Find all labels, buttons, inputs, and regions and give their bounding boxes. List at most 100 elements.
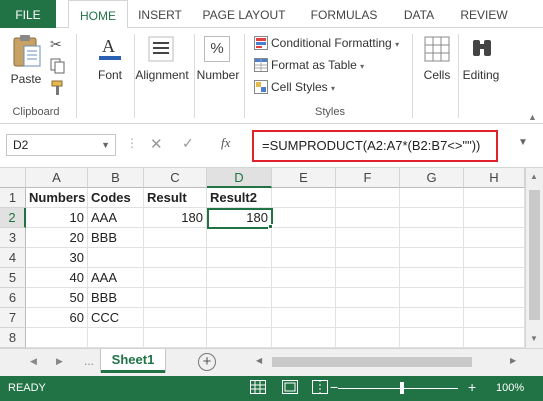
previous-sheet-icon[interactable]: ◀: [30, 356, 37, 367]
cell-b2[interactable]: AAA: [88, 208, 144, 228]
cell-g3[interactable]: [400, 228, 464, 248]
cell-styles-button[interactable]: Cell Styles ▾: [271, 77, 335, 97]
conditional-formatting-button[interactable]: Conditional Formatting ▾: [271, 33, 399, 53]
format-as-table-icon[interactable]: [254, 58, 268, 75]
scrollbar-thumb[interactable]: [272, 357, 472, 367]
cell-h6[interactable]: [464, 288, 525, 308]
cell-c6[interactable]: [144, 288, 207, 308]
zoom-level[interactable]: 100%: [496, 382, 524, 394]
tab-file[interactable]: FILE: [0, 0, 56, 28]
cancel-icon[interactable]: ✕: [150, 135, 163, 153]
cell-h7[interactable]: [464, 308, 525, 328]
tab-data[interactable]: DATA: [396, 0, 442, 28]
cut-icon[interactable]: ✂: [50, 36, 62, 53]
cell-b7[interactable]: CCC: [88, 308, 144, 328]
scroll-up-icon[interactable]: ▲: [530, 172, 538, 181]
cell-c2[interactable]: 180: [144, 208, 207, 228]
cell-c1[interactable]: Result: [144, 188, 207, 208]
zoom-slider[interactable]: [338, 388, 458, 389]
cell-e4[interactable]: [272, 248, 336, 268]
cell-h4[interactable]: [464, 248, 525, 268]
cells-icon[interactable]: [424, 36, 450, 65]
formula-input[interactable]: =SUMPRODUCT(A2:A7*(B2:B7<>"")): [252, 130, 498, 162]
paste-label[interactable]: Paste: [8, 72, 44, 86]
normal-view-icon[interactable]: [250, 380, 266, 394]
cell-f5[interactable]: [336, 268, 400, 288]
format-as-table-button[interactable]: Format as Table ▾: [271, 55, 364, 75]
cell-d2[interactable]: 180: [207, 208, 272, 228]
cell-f3[interactable]: [336, 228, 400, 248]
cell-a2[interactable]: 10: [26, 208, 88, 228]
tab-insert[interactable]: INSERT: [132, 0, 188, 28]
scroll-left-icon[interactable]: ◀: [256, 356, 262, 365]
cell-a1[interactable]: Numbers: [26, 188, 88, 208]
column-header-h[interactable]: H: [464, 168, 525, 188]
scroll-right-icon[interactable]: ▶: [510, 356, 516, 365]
row-header-5[interactable]: 5: [0, 268, 26, 288]
cell-a7[interactable]: 60: [26, 308, 88, 328]
font-icon[interactable]: A: [96, 34, 124, 67]
cell-b4[interactable]: [88, 248, 144, 268]
cell-c5[interactable]: [144, 268, 207, 288]
cell-b1[interactable]: Codes: [88, 188, 144, 208]
cell-h3[interactable]: [464, 228, 525, 248]
cell-g1[interactable]: [400, 188, 464, 208]
cell-b5[interactable]: AAA: [88, 268, 144, 288]
cell-d3[interactable]: [207, 228, 272, 248]
column-header-f[interactable]: F: [336, 168, 400, 188]
tab-review[interactable]: REVIEW: [452, 0, 516, 28]
cell-f8[interactable]: [336, 328, 400, 348]
alignment-icon[interactable]: [148, 36, 174, 65]
column-header-b[interactable]: B: [88, 168, 144, 188]
enter-icon[interactable]: ✓: [182, 135, 194, 152]
cell-c4[interactable]: [144, 248, 207, 268]
cell-d1[interactable]: Result2: [207, 188, 272, 208]
row-header-8[interactable]: 8: [0, 328, 26, 348]
cell-a4[interactable]: 30: [26, 248, 88, 268]
cell-h5[interactable]: [464, 268, 525, 288]
cell-f4[interactable]: [336, 248, 400, 268]
cell-a3[interactable]: 20: [26, 228, 88, 248]
paste-icon[interactable]: [12, 34, 42, 73]
cell-g8[interactable]: [400, 328, 464, 348]
cell-d5[interactable]: [207, 268, 272, 288]
row-header-6[interactable]: 6: [0, 288, 26, 308]
binoculars-icon[interactable]: [470, 36, 494, 63]
cell-f2[interactable]: [336, 208, 400, 228]
add-sheet-icon[interactable]: +: [198, 353, 216, 371]
worksheet-grid[interactable]: ABCDEFGH 12345678 Numbers Codes Result Resu…: [0, 168, 525, 348]
expand-formula-bar-icon[interactable]: ▼: [518, 137, 528, 148]
cell-a8[interactable]: [26, 328, 88, 348]
cell-e3[interactable]: [272, 228, 336, 248]
cell-d6[interactable]: [207, 288, 272, 308]
zoom-slider-knob[interactable]: [400, 382, 404, 394]
cell-e6[interactable]: [272, 288, 336, 308]
row-header-1[interactable]: 1: [0, 188, 26, 208]
tab-home[interactable]: HOME: [68, 0, 128, 29]
zoom-out-icon[interactable]: −: [330, 379, 338, 395]
column-header-g[interactable]: G: [400, 168, 464, 188]
tab-formulas[interactable]: FORMULAS: [304, 0, 384, 28]
cell-e1[interactable]: [272, 188, 336, 208]
tab-page-layout[interactable]: PAGE LAYOUT: [196, 0, 292, 28]
cell-e8[interactable]: [272, 328, 336, 348]
row-header-3[interactable]: 3: [0, 228, 26, 248]
format-painter-icon[interactable]: [50, 80, 66, 99]
column-header-c[interactable]: C: [144, 168, 207, 188]
row-header-7[interactable]: 7: [0, 308, 26, 328]
cells-label[interactable]: Cells: [418, 68, 456, 82]
vertical-scrollbar[interactable]: ▲ ▼: [525, 168, 543, 348]
cell-b8[interactable]: [88, 328, 144, 348]
column-header-e[interactable]: E: [272, 168, 336, 188]
font-label[interactable]: Font: [88, 68, 132, 82]
sheet-tab-sheet1[interactable]: Sheet1: [101, 349, 165, 373]
cell-e7[interactable]: [272, 308, 336, 328]
cell-styles-icon[interactable]: [254, 80, 268, 97]
cell-g5[interactable]: [400, 268, 464, 288]
cell-c7[interactable]: [144, 308, 207, 328]
editing-label[interactable]: Editing: [460, 68, 502, 82]
select-all-corner[interactable]: [0, 168, 26, 188]
chevron-down-icon[interactable]: ▼: [101, 135, 110, 155]
alignment-label[interactable]: Alignment: [132, 68, 192, 82]
row-header-2[interactable]: 2: [0, 208, 26, 228]
